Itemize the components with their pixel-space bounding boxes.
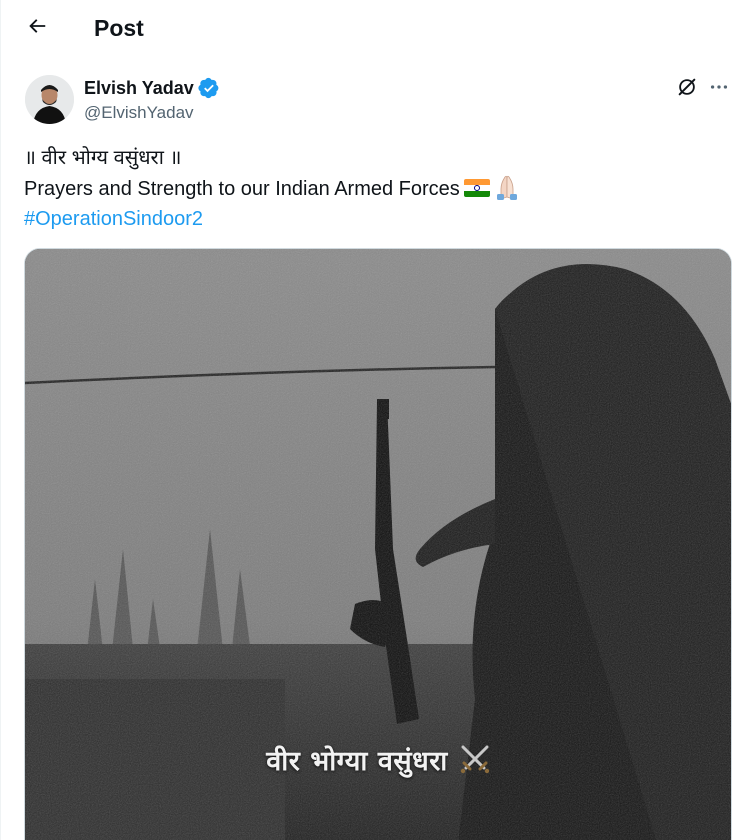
grok-icon: [676, 76, 698, 103]
tweet-text: ॥ वीर भोग्य वसुंधरा ॥ Prayers and Streng…: [24, 143, 724, 234]
author-name-text[interactable]: Elvish Yadav: [84, 77, 194, 99]
hashtag-link[interactable]: #OperationSindoor2: [24, 204, 724, 234]
indian-flag-icon: [463, 179, 490, 197]
post-page: Post Elvish Yadav @ElvishYadav ॥ वीर भोग…: [0, 0, 747, 840]
grok-button[interactable]: [673, 75, 701, 103]
author-handle[interactable]: @ElvishYadav: [84, 102, 194, 124]
avatar[interactable]: [25, 75, 74, 124]
crossed-swords-icon: [458, 742, 492, 776]
more-button[interactable]: [705, 75, 733, 103]
folded-hands-icon: [492, 173, 522, 201]
post-header: Post: [1, 0, 747, 56]
tweet-line-2-text: Prayers and Strength to our Indian Armed…: [24, 178, 460, 200]
post-image[interactable]: वीर भोग्या वसुंधरा: [24, 248, 732, 840]
verified-badge-icon: [198, 77, 220, 99]
page-title: Post: [94, 15, 144, 41]
author-name[interactable]: Elvish Yadav: [84, 77, 220, 99]
image-caption-text: वीर भोग्या वसुंधरा: [266, 746, 448, 777]
tweet-line-1: ॥ वीर भोग्य वसुंधरा ॥: [24, 147, 182, 169]
tweet-line-2: Prayers and Strength to our Indian Armed…: [24, 173, 724, 204]
back-button[interactable]: [19, 10, 55, 46]
arrow-left-icon: [26, 15, 48, 42]
more-horizontal-icon: [708, 76, 730, 103]
image-caption: वीर भोग्या वसुंधरा: [25, 741, 731, 778]
